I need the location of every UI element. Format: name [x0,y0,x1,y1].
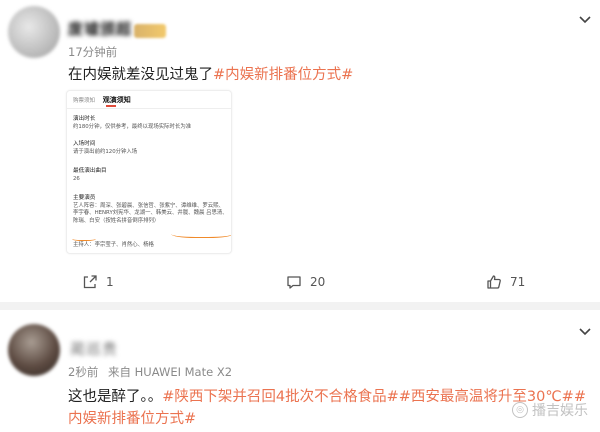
host-list: 主持人：李宗莹子、肖然心、杨格 [73,242,154,248]
post-divider [0,302,600,310]
section-title: 主要演员 [73,195,96,201]
avatar[interactable] [8,324,60,376]
tab-show-notice: 观演须知 [102,96,131,104]
section-body: 约180分钟，仅供参考，最终以现场实际时长为准 [73,123,192,130]
watermark-logo-icon: ◎ [512,402,528,418]
author-name[interactable]: 废墟颁超 [68,18,132,39]
section-title: 入场时间 [73,141,96,147]
action-bar: 1 20 71 [0,272,600,292]
chevron-down-icon[interactable] [578,12,592,26]
divider [67,108,231,109]
post-image[interactable]: 购票须知 观演须知 演出时长 约180分钟，仅供参考，最终以现场实际时长为准 入… [66,90,232,254]
post-text: 在内娱就差没见过鬼了#内娱新排番位方式# [68,64,353,86]
share-button[interactable]: 1 [82,272,114,292]
hashtag-link[interactable]: #陕西下架并召回4批次不合格食品# [162,389,399,405]
post-time: 17分钟前 [68,45,118,59]
watermark-text: 播吉娱乐 [532,403,588,419]
comment-count: 20 [310,275,326,289]
section-body: 请于演出前约120分钟入场 [73,148,138,155]
thumbs-up-icon [487,275,501,289]
like-button[interactable]: 71 [486,272,525,292]
comment-icon [287,276,301,289]
share-count: 1 [106,275,114,289]
share-icon [83,275,97,289]
section-title: 演出时长 [73,116,96,122]
watermark: ◎ 播吉娱乐 [512,400,588,420]
post-meta: 17分钟前 [68,44,123,60]
avatar[interactable] [8,6,60,58]
vip-badge [134,24,166,38]
post-time: 2秒前 [68,365,99,379]
section-cast: 主要演员 艺人阵容：周深、张碧晨、张信哲、张紫宁、谭维维、罗云熙、李宇春、HEN… [73,195,229,225]
tab-underline [106,105,116,107]
image-tabs: 购票须知 观演须知 [73,95,131,105]
section-min-songs: 最低演出曲目 26 [73,168,107,183]
chevron-down-icon[interactable] [578,324,592,338]
highlight-mark [72,236,96,241]
post-source: 来自 HUAWEI Mate X2 [107,365,233,379]
post-meta: 2秒前 来自 HUAWEI Mate X2 [68,364,238,380]
section-duration: 演出时长 约180分钟，仅供参考，最终以现场实际时长为准 [73,116,191,131]
section-title: 最低演出曲目 [73,168,107,174]
post-text-plain: 这也是醉了。。 [68,389,163,405]
hashtag-link[interactable]: #内娱新排番位方式# [213,67,353,83]
post-text-plain: 在内娱就差没见过鬼了 [68,67,213,83]
post-2: 蔺巡贵 2秒前 来自 HUAWEI Mate X2 这也是醉了。。#陕西下架并召… [0,310,600,432]
section-entry-time: 入场时间 请于演出前约120分钟入场 [73,141,137,156]
like-count: 71 [510,275,526,289]
post-1: 废墟颁超 17分钟前 在内娱就差没见过鬼了#内娱新排番位方式# 购票须知 观演须… [0,0,600,302]
comment-button[interactable]: 20 [286,272,325,292]
section-host: 主持人：李宗莹子、肖然心、杨格 [73,242,154,250]
tab-ticket-notice: 购票须知 [73,98,96,104]
author-name[interactable]: 蔺巡贵 [70,338,118,359]
section-body: 26 [73,175,80,182]
highlight-mark [171,228,231,238]
cast-list: 艺人阵容：周深、张碧晨、张信哲、张紫宁、谭维维、罗云熙、李宇春、HENRY刘宪华… [73,202,228,224]
